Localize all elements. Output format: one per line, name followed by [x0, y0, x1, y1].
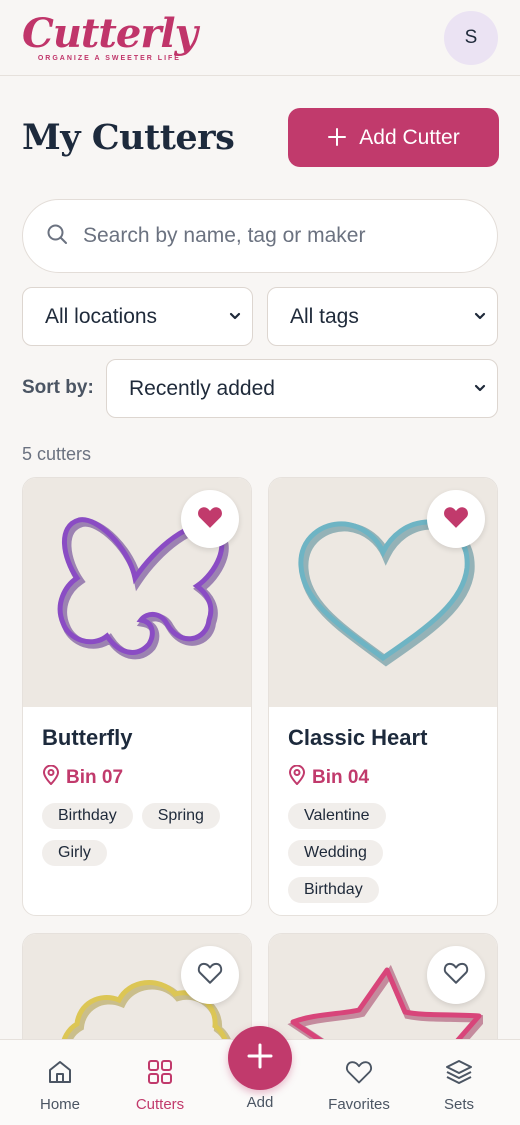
nav-favorites-label: Favorites [328, 1096, 390, 1113]
add-fab-button[interactable] [228, 1026, 292, 1090]
tag-chip[interactable]: Birthday [42, 803, 133, 829]
cutter-image [269, 478, 497, 707]
cutter-card-butterfly[interactable]: Butterfly Bin 07 Birthday Spring Girly [22, 477, 252, 916]
tag-list: Valentine Wedding Birthday [288, 803, 488, 903]
search-input[interactable] [83, 224, 473, 248]
chevron-down-icon [473, 377, 487, 401]
title-row: My Cutters Add Cutter [22, 108, 499, 167]
search-bar [22, 199, 498, 273]
location-text: Bin 04 [312, 767, 370, 788]
nav-home-label: Home [39, 1096, 80, 1113]
favorite-button[interactable] [181, 946, 239, 1004]
nav-sets[interactable]: Sets [414, 1058, 504, 1113]
heart-filled-icon [197, 505, 223, 534]
heart-filled-icon [443, 505, 469, 534]
logo-wordmark: Cutterly [22, 9, 198, 57]
heart-icon [345, 1058, 373, 1090]
nav-favorites[interactable]: Favorites [314, 1058, 404, 1113]
cutter-name: Butterfly [42, 725, 133, 750]
avatar-initial: S [464, 26, 478, 48]
tag-chip[interactable]: Spring [141, 803, 220, 829]
location-text: Bin 07 [66, 767, 124, 788]
user-avatar[interactable]: S [444, 10, 498, 65]
nav-cutters-label: Cutters [135, 1096, 185, 1113]
cutter-location: Bin 07 [42, 764, 251, 791]
favorite-button[interactable] [181, 490, 239, 548]
tag-list: Birthday Spring Girly [42, 803, 242, 866]
nav-cutters[interactable]: Cutters [115, 1058, 205, 1113]
layers-icon [445, 1058, 473, 1090]
heart-outline-icon [197, 961, 223, 990]
chevron-down-icon [473, 305, 487, 329]
tag-chip[interactable]: Wedding [288, 840, 383, 866]
cutter-location: Bin 04 [288, 764, 497, 791]
nav-sets-label: Sets [443, 1096, 474, 1113]
map-pin-icon [288, 764, 306, 791]
cutter-image [23, 478, 251, 707]
tag-filter-select[interactable]: All tags [267, 287, 498, 346]
heart-outline-icon [443, 961, 469, 990]
cutter-name: Classic Heart [288, 725, 428, 750]
tag-chip[interactable]: Girly [42, 840, 107, 866]
favorite-button[interactable] [427, 490, 485, 548]
top-bar: Cutterly ORGANIZE A SWEETER LIFE S [0, 0, 520, 76]
plus-icon [327, 127, 347, 148]
logo-tagline: ORGANIZE A SWEETER LIFE [37, 54, 181, 62]
location-filter-select[interactable]: All locations [22, 287, 253, 346]
home-icon [46, 1058, 74, 1090]
sort-value: Recently added [129, 376, 275, 400]
plus-icon [247, 1043, 273, 1074]
map-pin-icon [42, 764, 60, 791]
results-count: 5 cutters [22, 444, 92, 464]
grid-icon [146, 1058, 174, 1090]
search-icon [45, 222, 69, 251]
nav-add-label: Add [246, 1094, 274, 1111]
sort-label: Sort by: [22, 377, 94, 398]
favorite-button[interactable] [427, 946, 485, 1004]
app-logo[interactable]: Cutterly ORGANIZE A SWEETER LIFE [22, 9, 198, 62]
location-filter-value: All locations [45, 304, 158, 328]
chevron-down-icon [228, 305, 242, 329]
add-cutter-label: Add Cutter [359, 125, 460, 149]
page-title: My Cutters [22, 117, 235, 158]
tag-chip[interactable]: Birthday [288, 877, 379, 903]
tag-filter-value: All tags [290, 304, 359, 328]
nav-home[interactable]: Home [15, 1058, 105, 1113]
cutter-card-classic-heart[interactable]: Classic Heart Bin 04 Valentine Wedding B… [268, 477, 498, 916]
tag-chip[interactable]: Valentine [288, 803, 386, 829]
add-cutter-button[interactable]: Add Cutter [288, 108, 499, 167]
sort-select[interactable]: Recently added [106, 359, 498, 418]
